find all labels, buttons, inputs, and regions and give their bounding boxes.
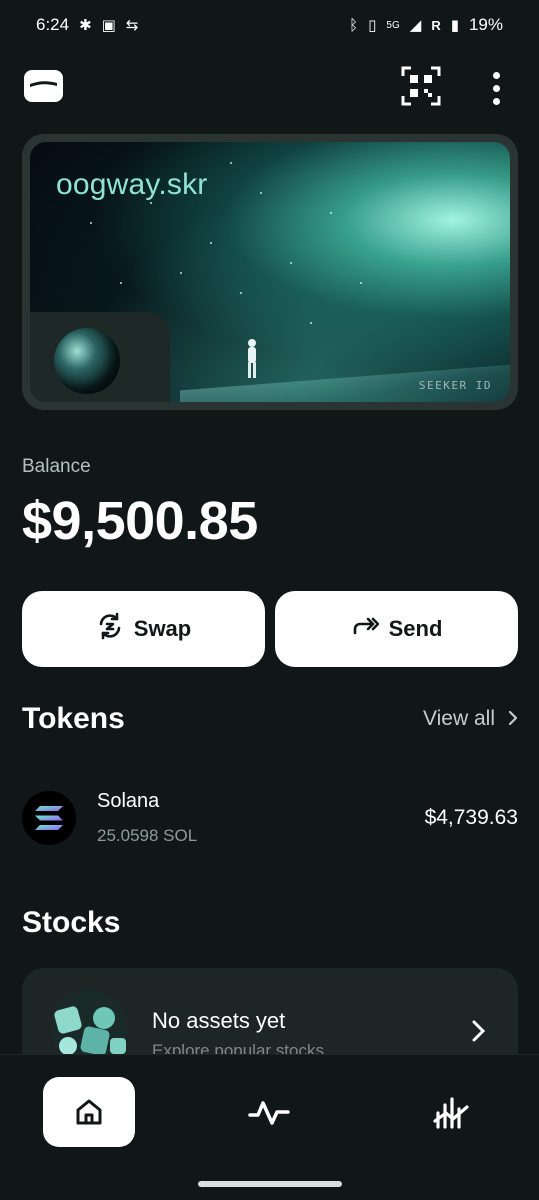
top-bar (0, 62, 539, 114)
chevron-right-icon (472, 1020, 486, 1042)
bottom-nav (0, 1054, 539, 1200)
card-artwork: oogway.skr SEEKER ID (30, 142, 510, 402)
swap-button[interactable]: Swap (22, 591, 265, 667)
settings-notification-icon: ✱ (79, 16, 92, 34)
chevron-right-icon (508, 707, 518, 731)
status-left: 6:24 ✱ ▣ ⇆ (36, 15, 138, 35)
card-name: oogway.skr (56, 168, 208, 201)
token-row-solana[interactable]: Solana 25.0598 SOL $4,739.63 (22, 786, 518, 850)
signal-icon: ◢ (409, 16, 422, 34)
balance-label: Balance (22, 456, 91, 477)
profile-orb-icon (54, 328, 120, 394)
network-type: 5G (386, 19, 400, 31)
transfer-notification-icon: ⇆ (125, 16, 139, 34)
send-button[interactable]: Send (275, 591, 518, 667)
battery-level: 19% (468, 15, 503, 34)
gesture-bar[interactable] (198, 1181, 342, 1187)
activity-icon[interactable] (248, 1095, 290, 1129)
card-label: SEEKER ID (418, 379, 492, 392)
token-name: Solana (97, 790, 160, 812)
solana-icon (22, 791, 76, 845)
stocks-empty-title: No assets yet (152, 1008, 286, 1033)
more-vertical-icon[interactable] (482, 68, 510, 108)
swap-label: Swap (133, 616, 192, 641)
send-label: Send (388, 616, 443, 641)
status-time: 6:24 (36, 15, 70, 34)
astronaut-figure (244, 338, 260, 380)
balance-value: $9,500.85 (22, 491, 258, 551)
bluetooth-icon: ᛒ (349, 16, 359, 34)
view-all-label: View all (423, 707, 495, 730)
seeker-id-card[interactable]: oogway.skr SEEKER ID (22, 134, 518, 410)
status-bar: 6:24 ✱ ▣ ⇆ ᛒ ▯ 5G ◢ R ▮ 19% (0, 0, 539, 50)
wallet-logo-icon[interactable] (24, 70, 63, 102)
tokens-title: Tokens (22, 702, 125, 735)
token-value: $4,739.63 (424, 806, 518, 829)
home-icon[interactable] (43, 1077, 135, 1147)
qr-code-icon[interactable] (401, 66, 441, 106)
token-amount: 25.0598 SOL (97, 826, 198, 845)
chart-icon[interactable] (432, 1093, 470, 1131)
stocks-title: Stocks (22, 906, 121, 939)
battery-icon: ▮ (450, 16, 459, 34)
status-right: ᛒ ▯ 5G ◢ R ▮ 19% (349, 15, 503, 35)
view-all-link[interactable]: View all (423, 707, 518, 731)
android-notification-icon: ▣ (101, 16, 116, 34)
swap-icon (96, 612, 124, 646)
roaming-indicator: R (431, 17, 441, 33)
vibrate-icon: ▯ (368, 16, 377, 34)
send-icon (351, 612, 379, 646)
